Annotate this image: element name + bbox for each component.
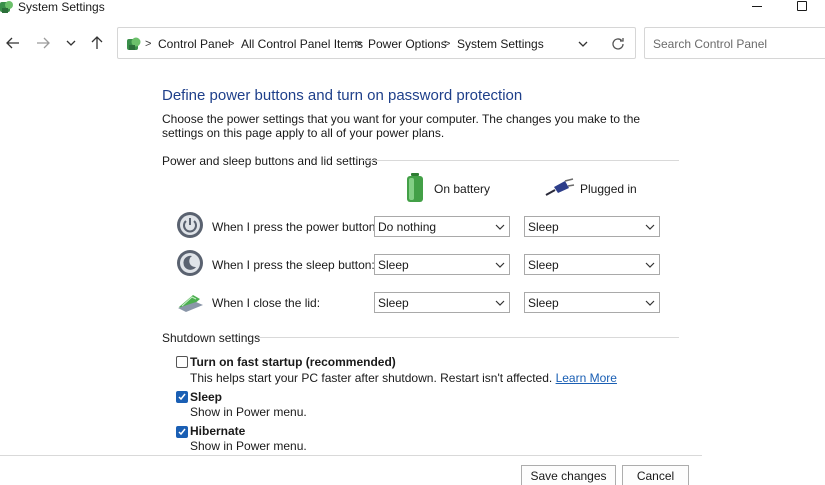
breadcrumb-separator: >: [145, 38, 152, 50]
maximize-button[interactable]: [797, 1, 807, 11]
fast-startup-description: This helps start your PC faster after sh…: [190, 371, 617, 385]
sleep-button-plugged-select[interactable]: Sleep: [524, 254, 660, 275]
fast-startup-label[interactable]: Turn on fast startup (recommended): [190, 355, 396, 369]
select-value: Sleep: [378, 296, 409, 310]
select-value: Do nothing: [378, 220, 437, 234]
select-value: Sleep: [528, 258, 559, 272]
learn-more-link[interactable]: Learn More: [556, 371, 617, 385]
control-panel-icon: [127, 37, 141, 50]
arrow-right-icon: [37, 37, 50, 49]
hibernate-label[interactable]: Hibernate: [190, 424, 245, 438]
select-value: Sleep: [378, 258, 409, 272]
power-button-icon: [177, 212, 203, 238]
close-lid-plugged-select[interactable]: Sleep: [524, 292, 660, 313]
search-input[interactable]: Search Control Panel: [644, 27, 825, 59]
column-on-battery: On battery: [434, 182, 491, 196]
page-title: Define power buttons and turn on passwor…: [162, 87, 523, 104]
power-button-label: When I press the power button:: [212, 220, 379, 234]
sleep-description: Show in Power menu.: [190, 405, 307, 419]
chevron-down-icon: [645, 300, 655, 306]
arrow-left-icon: [6, 37, 19, 49]
control-panel-icon: [0, 1, 13, 13]
close-lid-battery-select[interactable]: Sleep: [374, 292, 510, 313]
page-description: Choose the power settings that you want …: [162, 112, 641, 140]
breadcrumb-power-options[interactable]: Power Options: [368, 36, 447, 52]
sleep-button-battery-select[interactable]: Sleep: [374, 254, 510, 275]
power-button-plugged-select[interactable]: Sleep: [524, 216, 660, 237]
search-placeholder: Search Control Panel: [653, 37, 768, 51]
chevron-down-icon: [495, 300, 505, 306]
up-button[interactable]: [87, 33, 107, 53]
back-button[interactable]: [3, 33, 23, 53]
breadcrumb-all-items[interactable]: All Control Panel Items: [241, 36, 363, 52]
minimize-button[interactable]: [752, 6, 762, 7]
breadcrumb-separator: >: [444, 38, 451, 50]
chevron-down-icon: [66, 40, 76, 46]
chevron-down-icon: [495, 224, 505, 230]
checkmark-icon: [178, 393, 186, 401]
recent-locations-button[interactable]: [61, 33, 81, 53]
section-divider: [256, 337, 679, 338]
chevron-down-icon: [495, 262, 505, 268]
power-plug-icon: [545, 178, 575, 196]
chevron-down-icon: [645, 262, 655, 268]
checkmark-icon: [178, 428, 186, 436]
close-lid-label: When I close the lid:: [212, 296, 321, 310]
breadcrumb-control-panel[interactable]: Control Panel: [158, 36, 231, 52]
column-plugged-in: Plugged in: [580, 182, 637, 196]
chevron-down-icon[interactable]: [576, 37, 590, 51]
laptop-lid-icon: [178, 295, 203, 312]
breadcrumb-separator: >: [228, 38, 235, 50]
sleep-label[interactable]: Sleep: [190, 390, 222, 404]
section-title-buttons: Power and sleep buttons and lid settings: [162, 154, 378, 168]
select-value: Sleep: [528, 296, 559, 310]
cancel-button[interactable]: Cancel: [622, 465, 689, 485]
battery-icon: [407, 173, 423, 202]
select-value: Sleep: [528, 220, 559, 234]
hibernate-description: Show in Power menu.: [190, 439, 307, 451]
sleep-button-icon: [177, 250, 203, 276]
address-bar[interactable]: > Control Panel > All Control Panel Item…: [117, 27, 636, 59]
save-changes-button[interactable]: Save changes: [521, 465, 616, 485]
fast-startup-help-text: This helps start your PC faster after sh…: [190, 371, 553, 385]
breadcrumb-separator: >: [355, 38, 362, 50]
sleep-checkbox[interactable]: [176, 391, 188, 403]
refresh-icon[interactable]: [610, 36, 626, 52]
power-button-battery-select[interactable]: Do nothing: [374, 216, 510, 237]
title-bar: System Settings: [0, 0, 825, 22]
hibernate-checkbox[interactable]: [176, 426, 188, 438]
forward-button[interactable]: [33, 33, 53, 53]
section-divider: [363, 160, 679, 161]
section-title-shutdown: Shutdown settings: [162, 331, 261, 345]
footer-divider: [0, 455, 702, 456]
breadcrumb-system-settings[interactable]: System Settings: [457, 36, 544, 52]
sleep-button-label: When I press the sleep button:: [212, 258, 375, 272]
window-title: System Settings: [18, 0, 105, 14]
arrow-up-icon: [91, 36, 103, 49]
fast-startup-checkbox[interactable]: [176, 356, 188, 368]
chevron-down-icon: [645, 224, 655, 230]
